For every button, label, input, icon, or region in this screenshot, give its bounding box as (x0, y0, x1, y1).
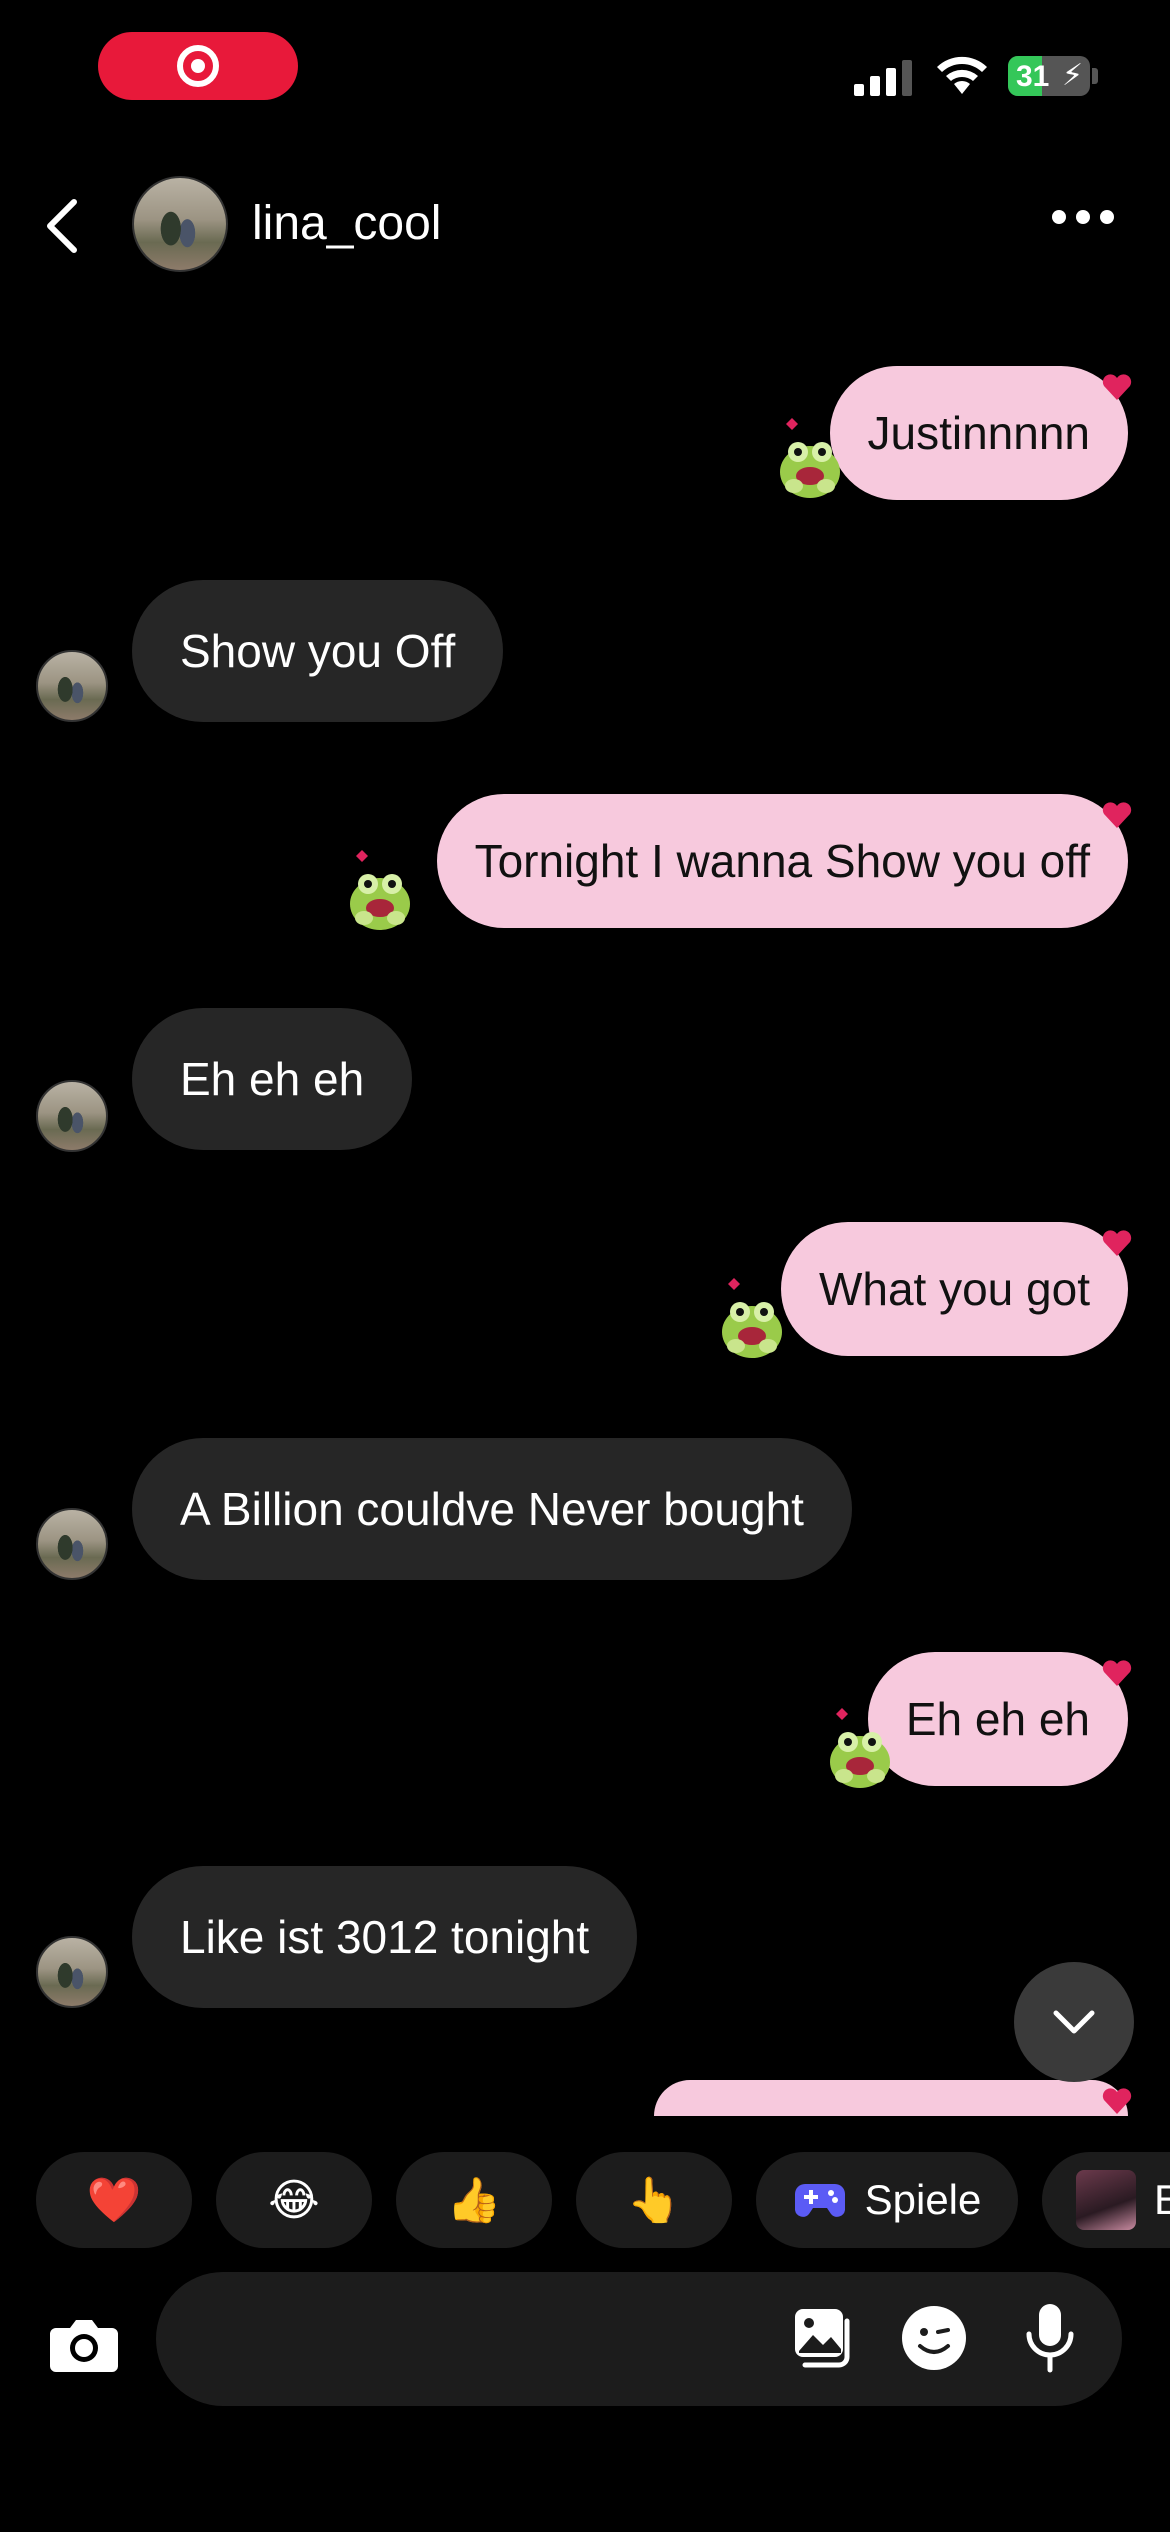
sticker-button[interactable] (896, 2300, 972, 2376)
heart-reaction-icon[interactable] (1100, 1656, 1134, 1690)
chat-clip-edge (0, 2116, 1170, 2136)
frog-sticker-icon[interactable] (772, 414, 844, 500)
message-text: A Billion couldve Never bought (180, 1483, 804, 1535)
outgoing-message[interactable]: Justinnnnn (829, 366, 1128, 500)
games-chip[interactable]: Spiele (756, 2152, 1018, 2248)
cellular-signal-icon (854, 58, 914, 96)
games-label: Spiele (864, 2176, 982, 2223)
message-text: Tornight I wanna Show you off (474, 835, 1090, 887)
chat-username[interactable]: lina_cool (252, 196, 441, 251)
incoming-message[interactable]: Show you Off (132, 580, 504, 722)
thumbs-up-emoji-icon: 👍 (446, 2176, 502, 2225)
message-text: Like ist 3012 tonight (180, 1911, 590, 1963)
incoming-message[interactable]: Like ist 3012 tonight (132, 1866, 638, 2008)
sender-avatar[interactable] (36, 1080, 108, 1152)
outgoing-message[interactable]: What you got (780, 1222, 1128, 1356)
chevron-down-icon (1053, 2010, 1095, 2034)
message-text: Show you Off (180, 625, 456, 677)
message-text: Justinnnnn (867, 407, 1091, 459)
avatar[interactable] (132, 176, 228, 272)
heart-reaction-icon[interactable] (1100, 798, 1134, 832)
message-text: What you got (818, 1263, 1090, 1315)
charging-bolt-icon: ⚡ (1062, 59, 1084, 92)
scroll-to-bottom-button[interactable] (1014, 1962, 1134, 2082)
quick-reaction-heart[interactable]: ❤️ (36, 2152, 192, 2248)
message-text: Eh eh eh (180, 1053, 365, 1105)
outgoing-message-partial[interactable] (654, 2080, 1128, 2116)
quick-reaction-pointing[interactable]: 👆 (576, 2152, 732, 2248)
quick-reaction-thumbs-up[interactable]: 👍 (396, 2152, 552, 2248)
incoming-message[interactable]: A Billion couldve Never bought (132, 1438, 852, 1580)
chevron-left-icon[interactable] (40, 196, 84, 256)
sender-avatar[interactable] (36, 650, 108, 722)
heart-reaction-icon[interactable] (1100, 1226, 1134, 1260)
effect-label: E (1154, 2176, 1170, 2223)
wifi-icon (937, 56, 987, 94)
message-input[interactable] (156, 2272, 1122, 2406)
record-icon (177, 45, 219, 87)
gamepad-icon (794, 2184, 845, 2217)
outgoing-message[interactable]: Eh eh eh (867, 1652, 1128, 1786)
effect-chip[interactable]: E (1042, 2152, 1170, 2248)
sender-avatar[interactable] (36, 1508, 108, 1580)
camera-icon (50, 2320, 118, 2372)
effect-thumbnail (1076, 2170, 1136, 2230)
heart-emoji-icon: ❤️ (86, 2176, 142, 2225)
frog-sticker-icon[interactable] (822, 1704, 894, 1790)
outgoing-message[interactable]: Tornight I wanna Show you off (436, 794, 1128, 928)
more-horizontal-icon[interactable] (1052, 210, 1114, 224)
incoming-message[interactable]: Eh eh eh (132, 1008, 413, 1150)
heart-reaction-icon[interactable] (1100, 370, 1134, 404)
gallery-button[interactable] (786, 2300, 862, 2376)
quick-reaction-bar: ❤️ 😂 👍 👆 Spiele E (0, 2152, 1170, 2248)
quick-reaction-laughing[interactable]: 😂 (216, 2152, 372, 2248)
battery-cap (1092, 68, 1098, 84)
battery-icon: 31 ⚡ (1008, 56, 1090, 96)
heart-reaction-icon[interactable] (1100, 2084, 1134, 2118)
gallery-icon (795, 2309, 850, 2368)
microphone-button[interactable] (1012, 2300, 1088, 2376)
microphone-icon (1026, 2304, 1074, 2373)
camera-button[interactable] (36, 2296, 132, 2392)
frog-sticker-icon[interactable] (342, 846, 414, 932)
sticker-icon (902, 2306, 966, 2370)
screen-recording-indicator[interactable] (98, 32, 298, 100)
battery-percent: 31 (1016, 60, 1050, 93)
sender-avatar[interactable] (36, 1936, 108, 2008)
laughing-emoji-icon: 😂 (268, 2175, 320, 2225)
frog-sticker-icon[interactable] (714, 1274, 786, 1360)
pointing-up-emoji-icon: 👆 (626, 2176, 682, 2225)
message-text: Eh eh eh (905, 1693, 1090, 1745)
